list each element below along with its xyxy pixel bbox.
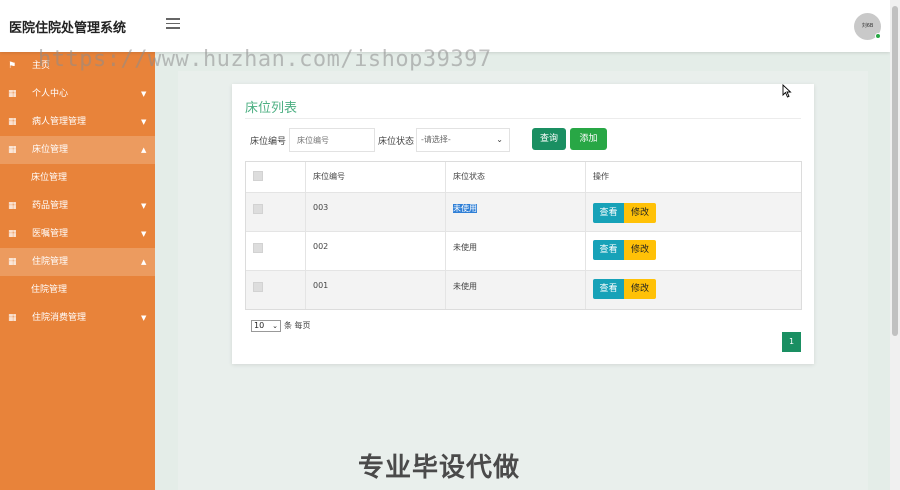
bed-no-cell: 002 (306, 232, 446, 270)
bed-list-card: 床位列表 床位编号 床位状态 -请选择- ⌄ 查询 添加 床位编号 床位状态 操… (232, 84, 814, 364)
bed-status-cell: 未使用 (446, 232, 586, 270)
grid-icon: ▦ (8, 257, 17, 267)
bed-table: 床位编号 床位状态 操作 003 未使用 查看 修改 002 未使用 查看 修改… (245, 161, 802, 310)
grid-icon: ▦ (8, 201, 17, 211)
caret-down-icon: ▼ (141, 230, 147, 238)
sidebar-item-label: 病人管理管理 (32, 117, 87, 127)
mouse-cursor-icon (782, 84, 792, 98)
sidebar-item-label: 住院管理 (32, 257, 69, 267)
bed-status-label: 床位状态 (378, 137, 415, 147)
bed-no-cell: 001 (306, 271, 446, 309)
scrollbar-thumb[interactable] (892, 6, 898, 336)
caret-up-icon: ▲ (141, 146, 147, 154)
sidebar-item[interactable]: ▦ 医嘱管理 ▼ (0, 220, 155, 248)
sidebar-item-label: 住院管理 (31, 285, 68, 295)
sidebar-subitem[interactable]: 住院管理 (0, 276, 155, 304)
grid-icon: ▦ (8, 145, 17, 155)
add-button[interactable]: 添加 (570, 128, 607, 150)
grid-icon: ▦ (8, 89, 17, 99)
select-all-checkbox[interactable] (253, 171, 263, 181)
bed-no-cell: 003 (306, 193, 446, 231)
vertical-scrollbar[interactable] (890, 0, 900, 490)
sidebar-item-label: 个人中心 (32, 89, 69, 99)
row-checkbox[interactable] (253, 243, 263, 253)
page-size-select[interactable]: 10 ⌄ (251, 320, 281, 332)
hamburger-menu-icon[interactable] (166, 18, 180, 30)
flag-icon: ⚑ (8, 61, 17, 71)
divider (245, 118, 801, 119)
caret-up-icon: ▲ (141, 258, 147, 266)
caret-down-icon: ▼ (141, 90, 147, 98)
watermark-text: https://www.huzhan.com/ishop39397 (38, 47, 492, 72)
bed-status-cell: 未使用 (453, 204, 477, 213)
sidebar-item[interactable]: ▦ 病人管理管理 ▼ (0, 108, 155, 136)
sidebar-item[interactable]: ▦ 药品管理 ▼ (0, 192, 155, 220)
chevron-down-icon: ⌄ (272, 322, 278, 330)
top-bar: 医院住院处管理系统 刘6B (0, 0, 890, 52)
table-header-row: 床位编号 床位状态 操作 (246, 162, 801, 192)
sidebar-item-label: 床位管理 (31, 173, 68, 183)
bed-no-label: 床位编号 (250, 137, 287, 147)
sidebar-item-label: 床位管理 (32, 145, 69, 155)
caret-down-icon: ▼ (141, 118, 147, 126)
edit-button[interactable]: 修改 (624, 203, 656, 223)
bed-status-select[interactable]: -请选择- ⌄ (416, 128, 510, 152)
page-size-value: 10 (254, 321, 265, 330)
edit-button[interactable]: 修改 (624, 240, 656, 260)
edit-button[interactable]: 修改 (624, 279, 656, 299)
query-button[interactable]: 查询 (532, 128, 566, 150)
grid-icon: ▦ (8, 117, 17, 127)
view-button[interactable]: 查看 (593, 279, 624, 299)
sidebar-item[interactable]: ▦ 个人中心 ▼ (0, 80, 155, 108)
sidebar-item[interactable]: ▦ 住院消费管理 ▼ (0, 304, 155, 332)
chevron-down-icon: ⌄ (496, 135, 503, 144)
table-row: 002 未使用 查看 修改 (246, 231, 801, 270)
sidebar-subitem[interactable]: 床位管理 (0, 164, 155, 192)
header-bed-no: 床位编号 (306, 162, 446, 192)
sidebar: ⚑ 主页 ▦ 个人中心 ▼ ▦ 病人管理管理 ▼ ▦ 床位管理 ▲ 床位管理 ▦ 药品管理 ▼ ▦ 医嘱管理 ▼ ▦… (0, 52, 155, 490)
page-number-button[interactable]: 1 (782, 332, 801, 352)
card-title: 床位列表 (245, 101, 298, 116)
bed-status-select-value: -请选择- (421, 135, 451, 144)
view-button[interactable]: 查看 (593, 203, 624, 223)
sidebar-item[interactable]: ▦ 床位管理 ▲ (0, 136, 155, 164)
sidebar-item-label: 医嘱管理 (32, 229, 69, 239)
bed-status-cell: 未使用 (446, 271, 586, 309)
header-bed-status: 床位状态 (446, 162, 586, 192)
per-page-label: 条 每页 (284, 321, 311, 330)
sidebar-item-label: 住院消费管理 (32, 313, 87, 323)
row-checkbox[interactable] (253, 204, 263, 214)
online-status-dot (875, 33, 881, 39)
sidebar-item[interactable]: ▦ 住院管理 ▲ (0, 248, 155, 276)
caret-down-icon: ▼ (141, 202, 147, 210)
row-checkbox[interactable] (253, 282, 263, 292)
table-row: 001 未使用 查看 修改 (246, 270, 801, 309)
caret-down-icon: ▼ (141, 314, 147, 322)
app-title: 医院住院处管理系统 (9, 21, 127, 36)
bed-no-input[interactable] (289, 128, 375, 152)
grid-icon: ▦ (8, 313, 17, 323)
table-row: 003 未使用 查看 修改 (246, 192, 801, 231)
footer-banner-text: 专业毕设代做 (358, 453, 521, 483)
header-actions: 操作 (593, 172, 609, 181)
grid-icon: ▦ (8, 229, 17, 239)
sidebar-item-label: 药品管理 (32, 201, 69, 211)
view-button[interactable]: 查看 (593, 240, 624, 260)
